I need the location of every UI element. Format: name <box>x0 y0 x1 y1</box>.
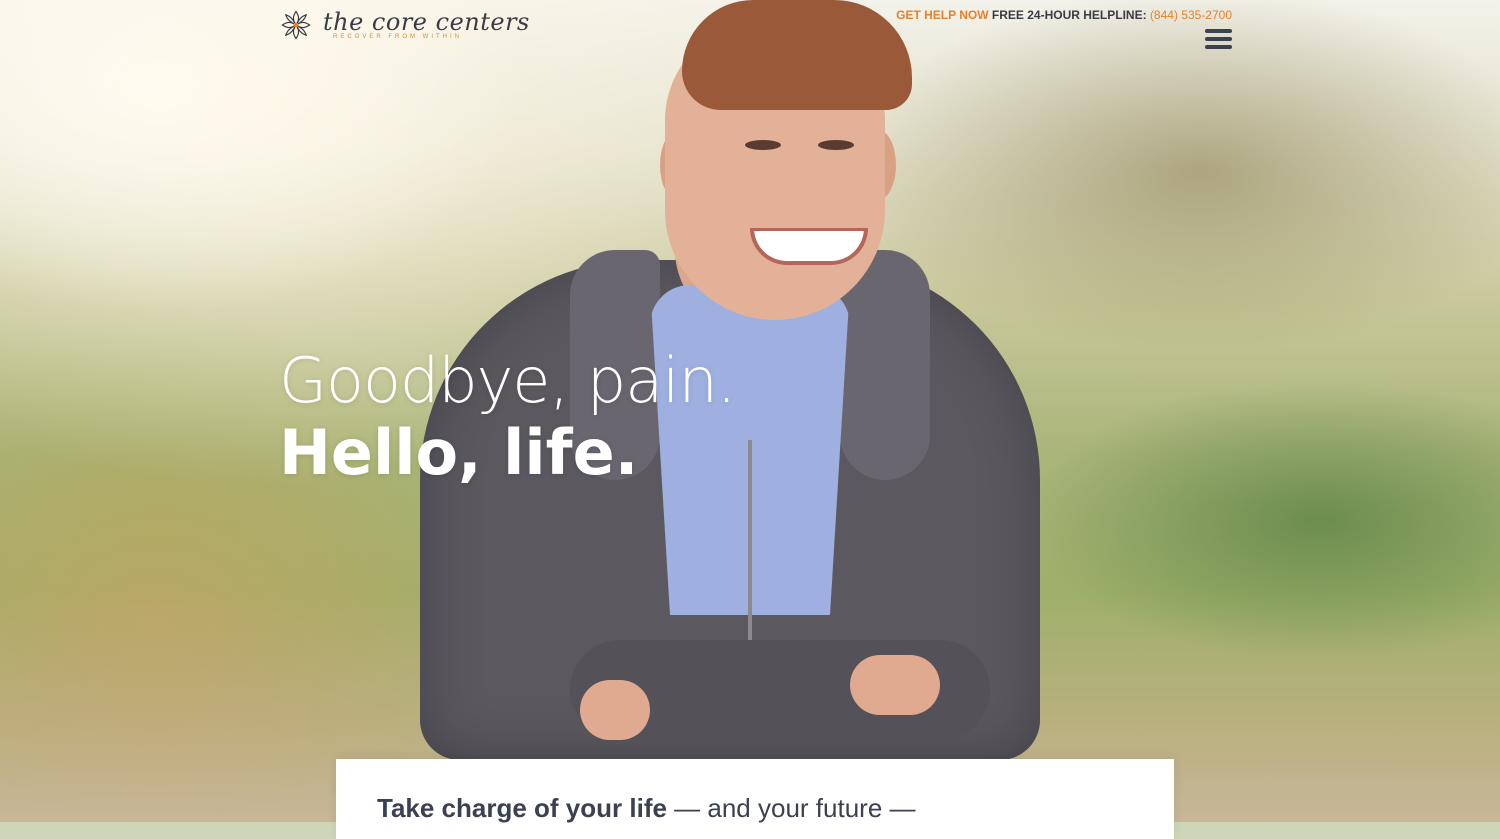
helpline-bar: GET HELP NOW FREE 24-HOUR HELPLINE: (844… <box>896 8 1232 22</box>
hand <box>850 655 940 715</box>
wrist <box>580 680 650 740</box>
hero-line-1: Goodbye, pain. <box>279 344 736 417</box>
helpline-phone-link[interactable]: (844) 535-2700 <box>1150 8 1232 22</box>
get-help-now-label: GET HELP NOW <box>896 8 989 22</box>
hero-line-2: Hello, life. <box>279 416 639 489</box>
hero-background-photo <box>0 0 1500 822</box>
logo-wordmark: the core centers <box>323 8 530 36</box>
hamburger-menu-icon[interactable] <box>1205 29 1232 51</box>
logo-tagline: RECOVER FROM WITHIN <box>333 34 462 40</box>
intro-card-rest: — and your future — <box>666 793 916 823</box>
intro-card-text: Take charge of your life — and your futu… <box>377 793 916 824</box>
site-header: the core centers RECOVER FROM WITHIN GET… <box>0 0 1500 60</box>
eye-right <box>818 140 854 150</box>
intro-card: Take charge of your life — and your futu… <box>336 759 1174 839</box>
intro-card-bold: Take charge of your life <box>377 793 667 823</box>
logo-link[interactable]: the core centers RECOVER FROM WITHIN <box>279 8 530 42</box>
helpline-label: FREE 24-HOUR HELPLINE: <box>991 8 1147 22</box>
zipper <box>748 440 752 660</box>
smile <box>750 228 868 265</box>
hero-headline: Goodbye, pain. Hello, life. <box>279 344 736 489</box>
eye-left <box>745 140 781 150</box>
flower-logo-icon <box>281 10 311 40</box>
